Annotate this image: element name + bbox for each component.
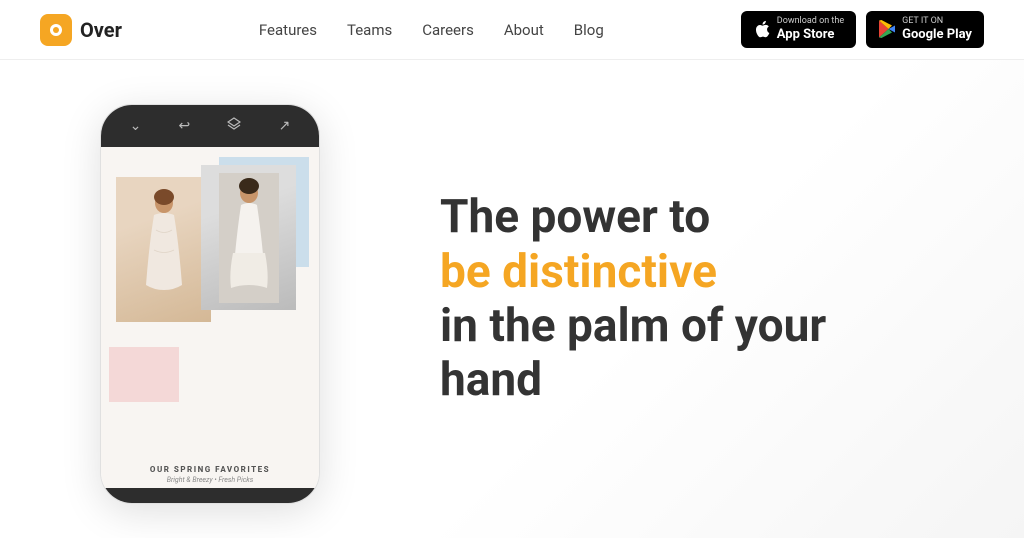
appstore-sub: Download on the [777, 17, 844, 27]
hero-heading: The power to be distinctive in the palm … [440, 190, 964, 407]
phone-mockup: ⌄ ↩ ↗ [100, 104, 320, 504]
header: Over Features Teams Careers About Blog D… [0, 0, 1024, 60]
toolbar-chevron-icon: ⌄ [130, 118, 142, 134]
googleplay-icon [878, 19, 896, 39]
appstore-main: App Store [777, 27, 844, 43]
toolbar-layers-icon [227, 117, 241, 135]
toolbar-share-icon: ↗ [279, 118, 291, 134]
googleplay-button[interactable]: GET IT ON Google Play [866, 11, 984, 48]
googleplay-sub: GET IT ON [902, 17, 972, 27]
nav-about[interactable]: About [504, 21, 544, 39]
deco-pink-rect [109, 347, 179, 402]
main-content: ⌄ ↩ ↗ [0, 60, 1024, 538]
phone-caption: OUR SPRING FAVORITES Bright & Breezy • F… [101, 457, 319, 488]
caption-title: OUR SPRING FAVORITES [101, 465, 319, 474]
brand-name: Over [80, 18, 122, 42]
main-nav: Features Teams Careers About Blog [259, 21, 604, 39]
phone-screen [101, 147, 319, 457]
hero-line3: in the palm of your [440, 299, 826, 353]
hero-line1: The power to [440, 190, 710, 244]
phone-bottom-bar [101, 488, 319, 504]
apple-icon [753, 19, 771, 39]
store-buttons-group: Download on the App Store GET IT ON Goog… [741, 11, 984, 48]
hero-text-section: The power to be distinctive in the palm … [360, 190, 964, 407]
logo[interactable]: Over [40, 14, 122, 46]
over-logo-icon [40, 14, 72, 46]
toolbar-undo-icon: ↩ [179, 118, 191, 134]
nav-features[interactable]: Features [259, 21, 317, 39]
nav-teams[interactable]: Teams [347, 21, 392, 39]
googleplay-main: Google Play [902, 27, 972, 43]
nav-blog[interactable]: Blog [574, 21, 604, 39]
photo-right [201, 165, 296, 310]
googleplay-text: GET IT ON Google Play [902, 17, 972, 42]
appstore-text: Download on the App Store [777, 17, 844, 42]
photo-left [116, 177, 211, 322]
nav-careers[interactable]: Careers [422, 21, 474, 39]
phone-toolbar: ⌄ ↩ ↗ [101, 105, 319, 147]
appstore-button[interactable]: Download on the App Store [741, 11, 856, 48]
caption-sub: Bright & Breezy • Fresh Picks [101, 476, 319, 484]
hero-line4: hand [440, 353, 542, 407]
hero-line2-highlight: be distinctive [440, 245, 717, 299]
phone-mockup-section: ⌄ ↩ ↗ [60, 94, 360, 504]
